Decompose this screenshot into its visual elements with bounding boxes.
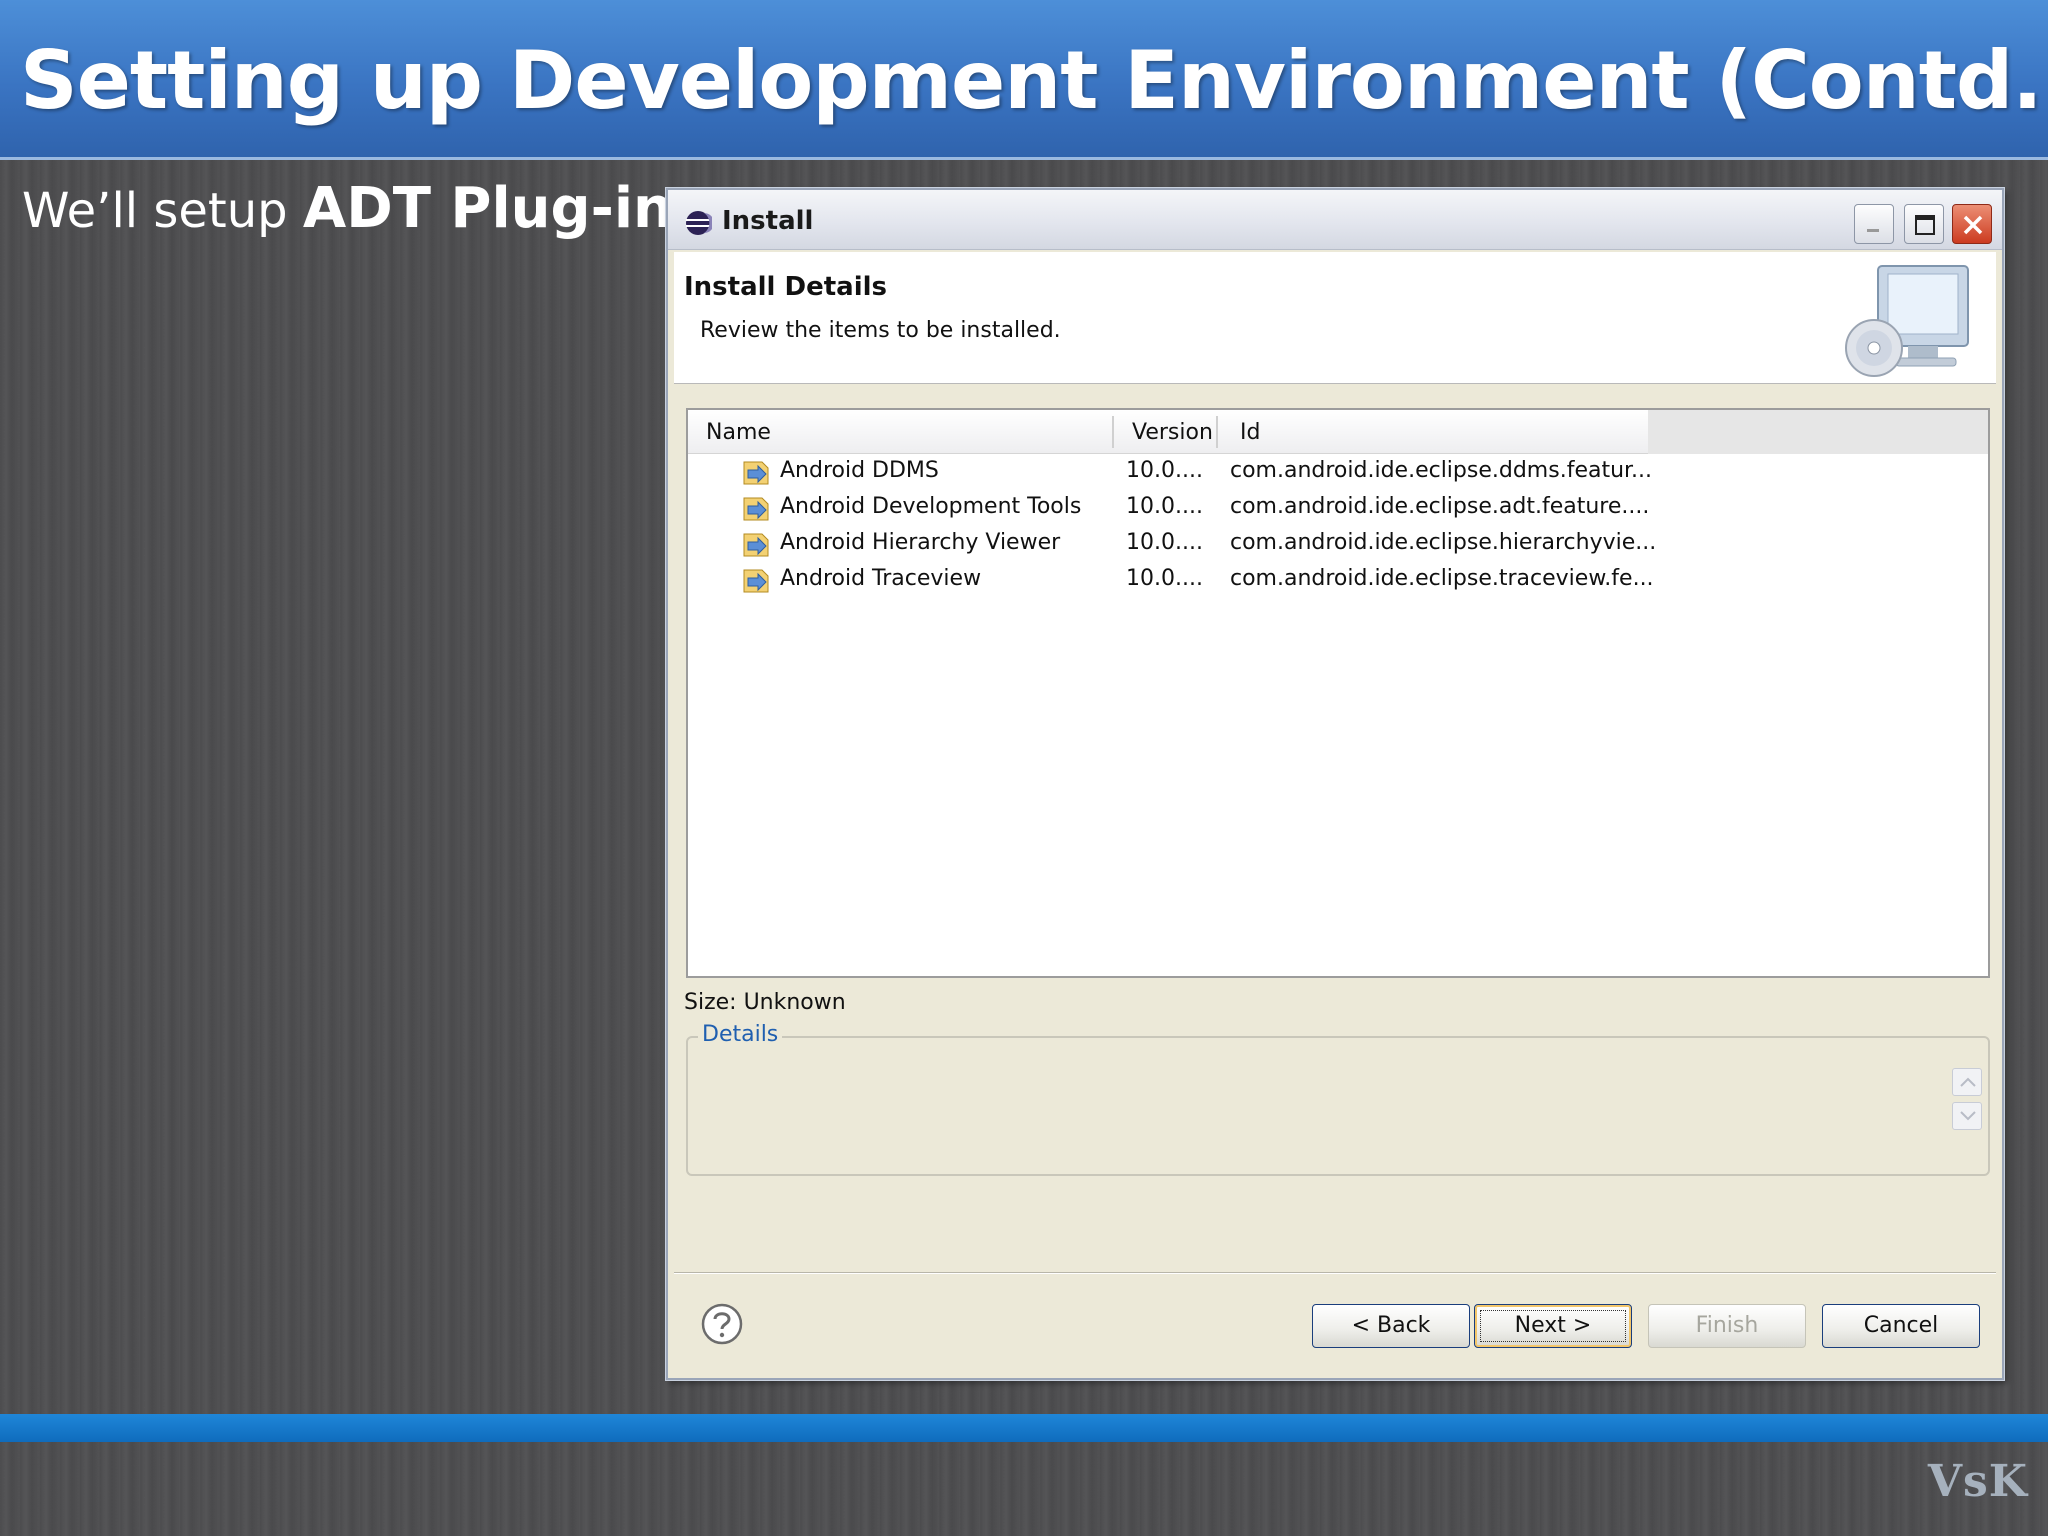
maximize-button[interactable] <box>1904 204 1944 244</box>
table-row[interactable]: Android Hierarchy Viewer 10.0.... com.an… <box>688 526 1656 562</box>
cell-version: 10.0.... <box>1126 458 1203 483</box>
cell-name: Android Hierarchy Viewer <box>780 530 1061 555</box>
table-row[interactable]: Android DDMS 10.0.... com.android.ide.ec… <box>688 454 1652 490</box>
cell-version: 10.0.... <box>1126 566 1203 591</box>
feature-plugin-icon <box>743 569 769 593</box>
cell-id: com.android.ide.eclipse.ddms.featur... <box>1230 458 1653 483</box>
table-header: Name Version Id <box>688 410 1988 454</box>
close-icon <box>1963 215 1983 235</box>
install-details-heading: Install Details <box>684 272 887 302</box>
chevron-down-icon <box>1960 1111 1976 1121</box>
cell-name: Android Traceview <box>780 566 982 591</box>
slide-subtitle: We’ll setup ADT Plug-in <box>22 176 673 241</box>
cancel-button[interactable]: Cancel <box>1822 1304 1980 1348</box>
slide-header: Setting up Development Environment (Cont… <box>0 0 2048 160</box>
cell-name: Android DDMS <box>780 458 939 483</box>
size-label: Size: Unknown <box>684 990 846 1015</box>
feature-plugin-icon <box>743 533 769 557</box>
chevron-up-icon <box>1960 1077 1976 1087</box>
feature-plugin-icon <box>743 497 769 521</box>
column-header-id[interactable]: Id <box>1240 420 1260 445</box>
column-header-version[interactable]: Version <box>1132 420 1213 445</box>
slide-bottom-bar <box>0 1414 2048 1442</box>
scroll-down-button[interactable] <box>1952 1102 1982 1130</box>
install-details-description: Review the items to be installed. <box>700 318 1061 343</box>
cell-id: com.android.ide.eclipse.adt.feature.... <box>1230 494 1650 519</box>
column-separator[interactable] <box>1216 416 1218 448</box>
eclipse-icon <box>686 211 712 235</box>
cell-version: 10.0.... <box>1126 494 1203 519</box>
scroll-up-button[interactable] <box>1952 1068 1982 1096</box>
cell-name: Android Development Tools <box>780 494 1082 519</box>
back-button[interactable]: < Back <box>1312 1304 1470 1348</box>
details-label: Details <box>698 1022 783 1047</box>
table-row[interactable]: Android Development Tools 10.0.... com.a… <box>688 490 1650 526</box>
minimize-button[interactable] <box>1854 204 1894 244</box>
wizard-header: Install Details Review the items to be i… <box>674 252 1996 384</box>
help-icon[interactable] <box>700 1302 744 1346</box>
minimize-icon <box>1867 229 1879 232</box>
column-header-filler <box>1648 410 1988 454</box>
slide-title: Setting up Development Environment (Cont… <box>20 34 2048 127</box>
details-group: Details <box>686 1022 1990 1176</box>
table-row[interactable]: Android Traceview 10.0.... com.android.i… <box>688 562 1654 598</box>
feature-plugin-icon <box>743 461 769 485</box>
watermark: VsK <box>1927 1456 2028 1507</box>
cell-id: com.android.ide.eclipse.traceview.fe... <box>1230 566 1654 591</box>
footer-separator <box>674 1272 1996 1274</box>
monitor-cd-icon <box>1845 265 1969 377</box>
cell-version: 10.0.... <box>1126 530 1203 555</box>
cell-id: com.android.ide.eclipse.hierarchyvie... <box>1230 530 1657 555</box>
subtitle-bold: ADT Plug-in <box>302 176 673 241</box>
close-button[interactable] <box>1952 204 1992 244</box>
install-dialog: Install Install Details Review the items… <box>666 188 2004 1380</box>
install-items-table[interactable]: Name Version Id Android DDMS 10.0.... co… <box>686 408 1990 978</box>
column-separator[interactable] <box>1112 416 1114 448</box>
title-bar[interactable]: Install <box>668 190 2002 250</box>
maximize-icon <box>1915 215 1935 235</box>
finish-button[interactable]: Finish <box>1648 1304 1806 1348</box>
focus-ring <box>1480 1310 1626 1342</box>
column-header-name[interactable]: Name <box>706 420 771 445</box>
window-title: Install <box>722 206 814 236</box>
subtitle-prefix: We’ll setup <box>22 183 303 239</box>
next-button[interactable]: Next > <box>1474 1304 1632 1348</box>
